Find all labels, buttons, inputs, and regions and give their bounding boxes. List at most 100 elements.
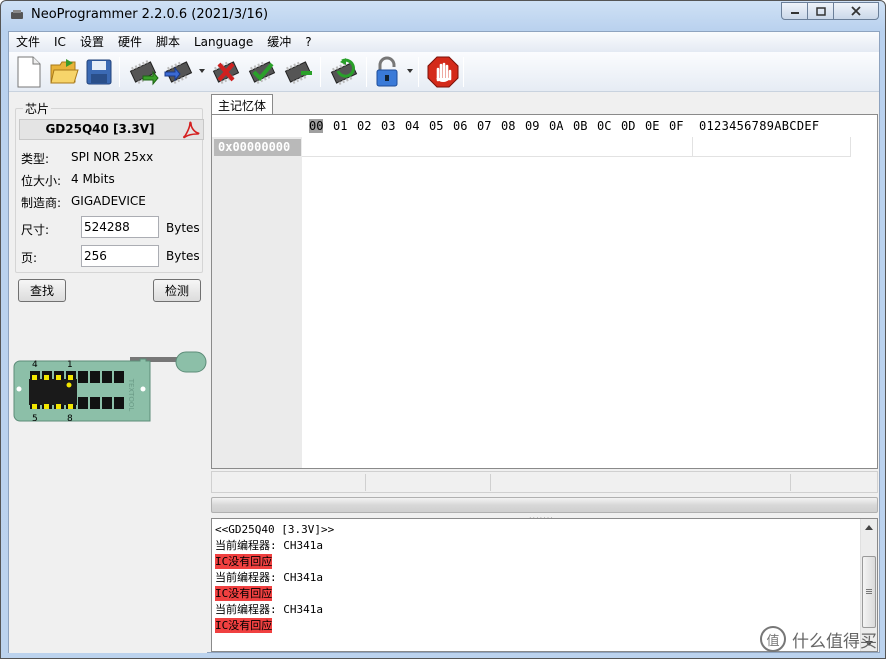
save-file-button[interactable] <box>82 55 116 89</box>
auto-button[interactable] <box>327 55 361 89</box>
tab-main-memory[interactable]: 主记忆体 <box>211 94 273 115</box>
progress-bar <box>211 497 878 513</box>
scroll-thumb[interactable] <box>862 556 876 628</box>
find-button[interactable]: 查找 <box>18 279 66 302</box>
caption-buttons <box>781 2 879 20</box>
floppy-disk-icon <box>86 59 112 85</box>
pin-label-4: 4 <box>32 360 38 370</box>
menu-item[interactable]: 缓冲 <box>260 32 298 52</box>
scroll-up-arrow[interactable] <box>861 519 877 535</box>
pin-label-8: 8 <box>67 414 73 424</box>
menu-item[interactable]: ? <box>298 32 318 52</box>
write-options-dropdown[interactable] <box>199 69 205 73</box>
status-separator <box>790 474 791 491</box>
detect-button[interactable]: 检测 <box>153 279 201 302</box>
hex-editor[interactable]: 00 01 02 03 04 05 06 07 08 09 0A 0B 0C 0D 0E 0F 0x00000… <box>211 114 878 469</box>
app-window: NeoProgrammer 2.2.0.6 (2021/3/16) 文件 IC 设置… <box>0 0 886 659</box>
minimize-button[interactable] <box>781 2 808 20</box>
padlock-icon <box>376 56 398 87</box>
log-line-error: IC没有回应 <box>215 586 273 601</box>
hex-column-header: 00 <box>309 119 324 133</box>
menu-bar: 文件 IC 设置 硬件 脚本 Language 缓冲? <box>9 32 879 52</box>
open-file-button[interactable] <box>47 55 81 89</box>
vendor-label: 制造商: <box>21 196 62 210</box>
client-area: 文件 IC 设置 硬件 脚本 Language 缓冲? 芯片 GD25Q40 [… <box>8 31 880 653</box>
chip-erase-icon <box>212 61 240 84</box>
chip-name-box: GD25Q40 [3.3V] <box>19 119 204 140</box>
protect-options-dropdown[interactable] <box>407 69 413 73</box>
chip-panel: 芯片 GD25Q40 [3.3V] 类型: SPI NOR 25xx 位大小: … <box>9 93 207 653</box>
menu-item[interactable]: 硬件 <box>111 32 149 52</box>
pin-label-5: 5 <box>32 414 38 424</box>
hex-column-header: 06 <box>453 119 468 133</box>
toolbar-separator <box>366 57 367 87</box>
hex-ascii-header: 0123456789ABCDEF <box>699 119 820 133</box>
new-file-button[interactable] <box>12 55 46 89</box>
status-separator <box>490 474 491 491</box>
hex-end-divider <box>850 137 851 156</box>
socket-brand: TEXTOOL <box>127 378 135 412</box>
protect-button[interactable] <box>370 55 404 89</box>
menu-item[interactable]: 脚本 <box>149 32 187 52</box>
hex-column-header: 03 <box>381 119 396 133</box>
watermark-logo-icon: 值 <box>760 626 786 652</box>
blank-check-button[interactable] <box>281 55 315 89</box>
toolbar-separator <box>418 57 419 87</box>
chip-name: GD25Q40 [3.3V] <box>45 122 155 136</box>
toolbar <box>9 52 879 92</box>
hex-column-header: 07 <box>477 119 492 133</box>
vendor-value: GIGADEVICE <box>71 194 146 208</box>
menu-item[interactable]: 设置 <box>73 32 111 52</box>
new-document-icon <box>17 56 41 88</box>
page-label: 页: <box>21 251 38 265</box>
log-line: <<GD25Q40 [3.3V]>> <box>215 523 335 536</box>
close-icon <box>851 6 861 16</box>
title-bar[interactable]: NeoProgrammer 2.2.0.6 (2021/3/16) <box>1 1 885 31</box>
watermark-text: 什么值得买 <box>792 631 877 652</box>
page-field[interactable]: 256 <box>81 245 159 267</box>
hex-address-gutter <box>212 137 302 468</box>
toolbar-separator <box>119 57 120 87</box>
erase-chip-button[interactable] <box>209 55 243 89</box>
chevron-up-icon <box>865 524 873 530</box>
hex-column-header: 0C <box>597 119 612 133</box>
log-line-error: IC没有回应 <box>215 618 273 633</box>
maximize-button[interactable] <box>807 2 834 20</box>
status-separator <box>365 474 366 491</box>
chip-group-title: 芯片 <box>23 100 52 117</box>
menu-item[interactable]: IC <box>47 32 73 52</box>
size-unit: Bytes <box>166 221 200 235</box>
status-bar <box>211 471 878 493</box>
hex-column-header: 08 <box>501 119 516 133</box>
hex-column-header: 0F <box>669 119 684 133</box>
toolbar-separator <box>463 57 464 87</box>
write-chip-button[interactable] <box>162 55 196 89</box>
size-label: 尺寸: <box>21 223 50 237</box>
hex-column-header: 0D <box>621 119 636 133</box>
hex-column-header: 0B <box>573 119 588 133</box>
watermark: 值 什么值得买 <box>760 626 877 652</box>
log-line-error: IC没有回应 <box>215 554 273 569</box>
hex-ascii-divider <box>692 137 693 156</box>
hex-row-divider <box>302 156 851 157</box>
hex-column-header: 01 <box>333 119 348 133</box>
type-label: 类型: <box>21 152 50 166</box>
read-chip-button[interactable] <box>126 55 160 89</box>
hex-column-header: 09 <box>525 119 540 133</box>
close-button[interactable] <box>833 2 879 20</box>
type-value: SPI NOR 25xx <box>71 150 154 164</box>
stop-hand-icon <box>427 56 459 88</box>
hex-column-header: 04 <box>405 119 420 133</box>
menu-item[interactable]: Language <box>187 32 260 52</box>
maximize-icon <box>815 6 826 16</box>
chip-verify-icon <box>248 61 276 84</box>
stop-button[interactable] <box>426 55 460 89</box>
verify-chip-button[interactable] <box>245 55 279 89</box>
size-field[interactable]: 524288 <box>81 216 159 238</box>
window-title: NeoProgrammer 2.2.0.6 (2021/3/16) <box>31 7 269 22</box>
pdf-datasheet-icon[interactable] <box>182 121 200 139</box>
zif-socket-diagram: TEXTOOL 4 1 5 8 <box>13 351 207 424</box>
app-icon <box>11 10 23 19</box>
toolbar-separator <box>320 57 321 87</box>
menu-item[interactable]: 文件 <box>9 32 47 52</box>
